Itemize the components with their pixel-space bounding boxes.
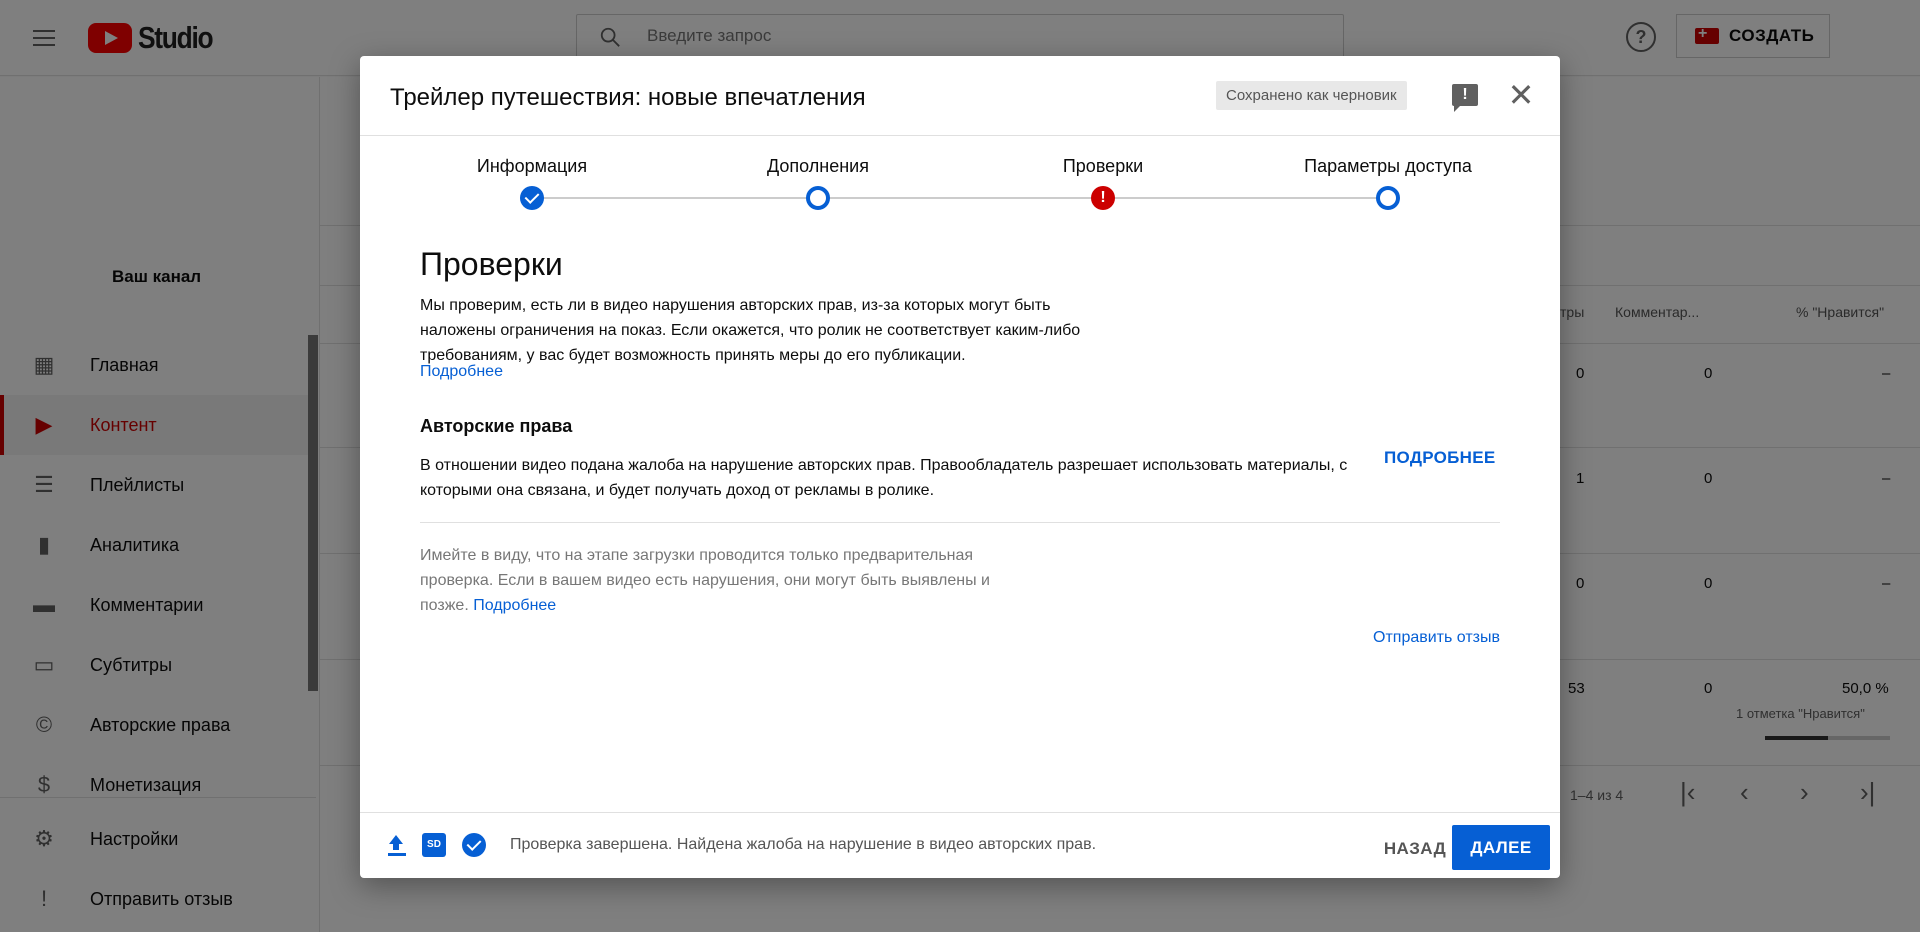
- step-error-icon: !: [1091, 186, 1115, 210]
- upload-icon-base: [388, 853, 406, 856]
- step-check-icon: [520, 186, 544, 210]
- upload-dialog: Трейлер путешествия: новые впечатления С…: [360, 56, 1560, 878]
- section-title: Проверки: [420, 246, 563, 282]
- copyright-claim-text: В отношении видео подана жалоба на наруш…: [420, 457, 1348, 499]
- dialog-header: Трейлер путешествия: новые впечатления С…: [360, 56, 1560, 136]
- close-icon[interactable]: ✕: [1504, 78, 1538, 112]
- next-button[interactable]: ДАЛЕЕ: [1452, 825, 1550, 870]
- note-learn-more-link[interactable]: Подробнее: [473, 597, 556, 614]
- step-label: Дополнения: [767, 156, 869, 176]
- stepper-step[interactable]: Проверки!: [983, 136, 1223, 210]
- copyright-details-button[interactable]: ПОДРОБНЕЕ: [1384, 448, 1496, 468]
- section-description: Мы проверим, есть ли в видео нарушения а…: [420, 297, 1081, 364]
- stepper-step[interactable]: Дополнения: [698, 136, 938, 210]
- stepper-step[interactable]: Параметры доступа: [1268, 136, 1508, 210]
- stepper-line: [532, 197, 1388, 199]
- step-dot-icon: [806, 186, 830, 210]
- divider: [420, 522, 1500, 523]
- dialog-footer: SD Проверка завершена. Найдена жалоба на…: [360, 812, 1560, 878]
- draft-status-badge: Сохранено как черновик: [1216, 81, 1407, 110]
- sd-processing-icon[interactable]: SD: [422, 833, 446, 857]
- footer-status-text: Проверка завершена. Найдена жалоба на на…: [510, 836, 1097, 853]
- dialog-title: Трейлер путешествия: новые впечатления: [390, 84, 866, 111]
- step-label: Информация: [476, 156, 588, 176]
- preliminary-check-note: Имейте в виду, что на этапе загрузки про…: [420, 543, 1030, 618]
- step-label: Параметры доступа: [1304, 156, 1472, 176]
- step-dot-icon: [1376, 186, 1400, 210]
- checks-complete-icon[interactable]: [462, 833, 486, 857]
- upload-stepper: Информация Дополнения Проверки! Параметры д…: [360, 136, 1560, 236]
- send-feedback-link[interactable]: Отправить отзыв: [1373, 629, 1500, 647]
- stepper-step[interactable]: Информация: [412, 136, 652, 210]
- learn-more-link[interactable]: Подробнее: [420, 363, 503, 381]
- copyright-title: Авторские права: [420, 416, 573, 436]
- step-label: Проверки: [1062, 156, 1144, 176]
- send-feedback-icon[interactable]: !: [1452, 84, 1478, 112]
